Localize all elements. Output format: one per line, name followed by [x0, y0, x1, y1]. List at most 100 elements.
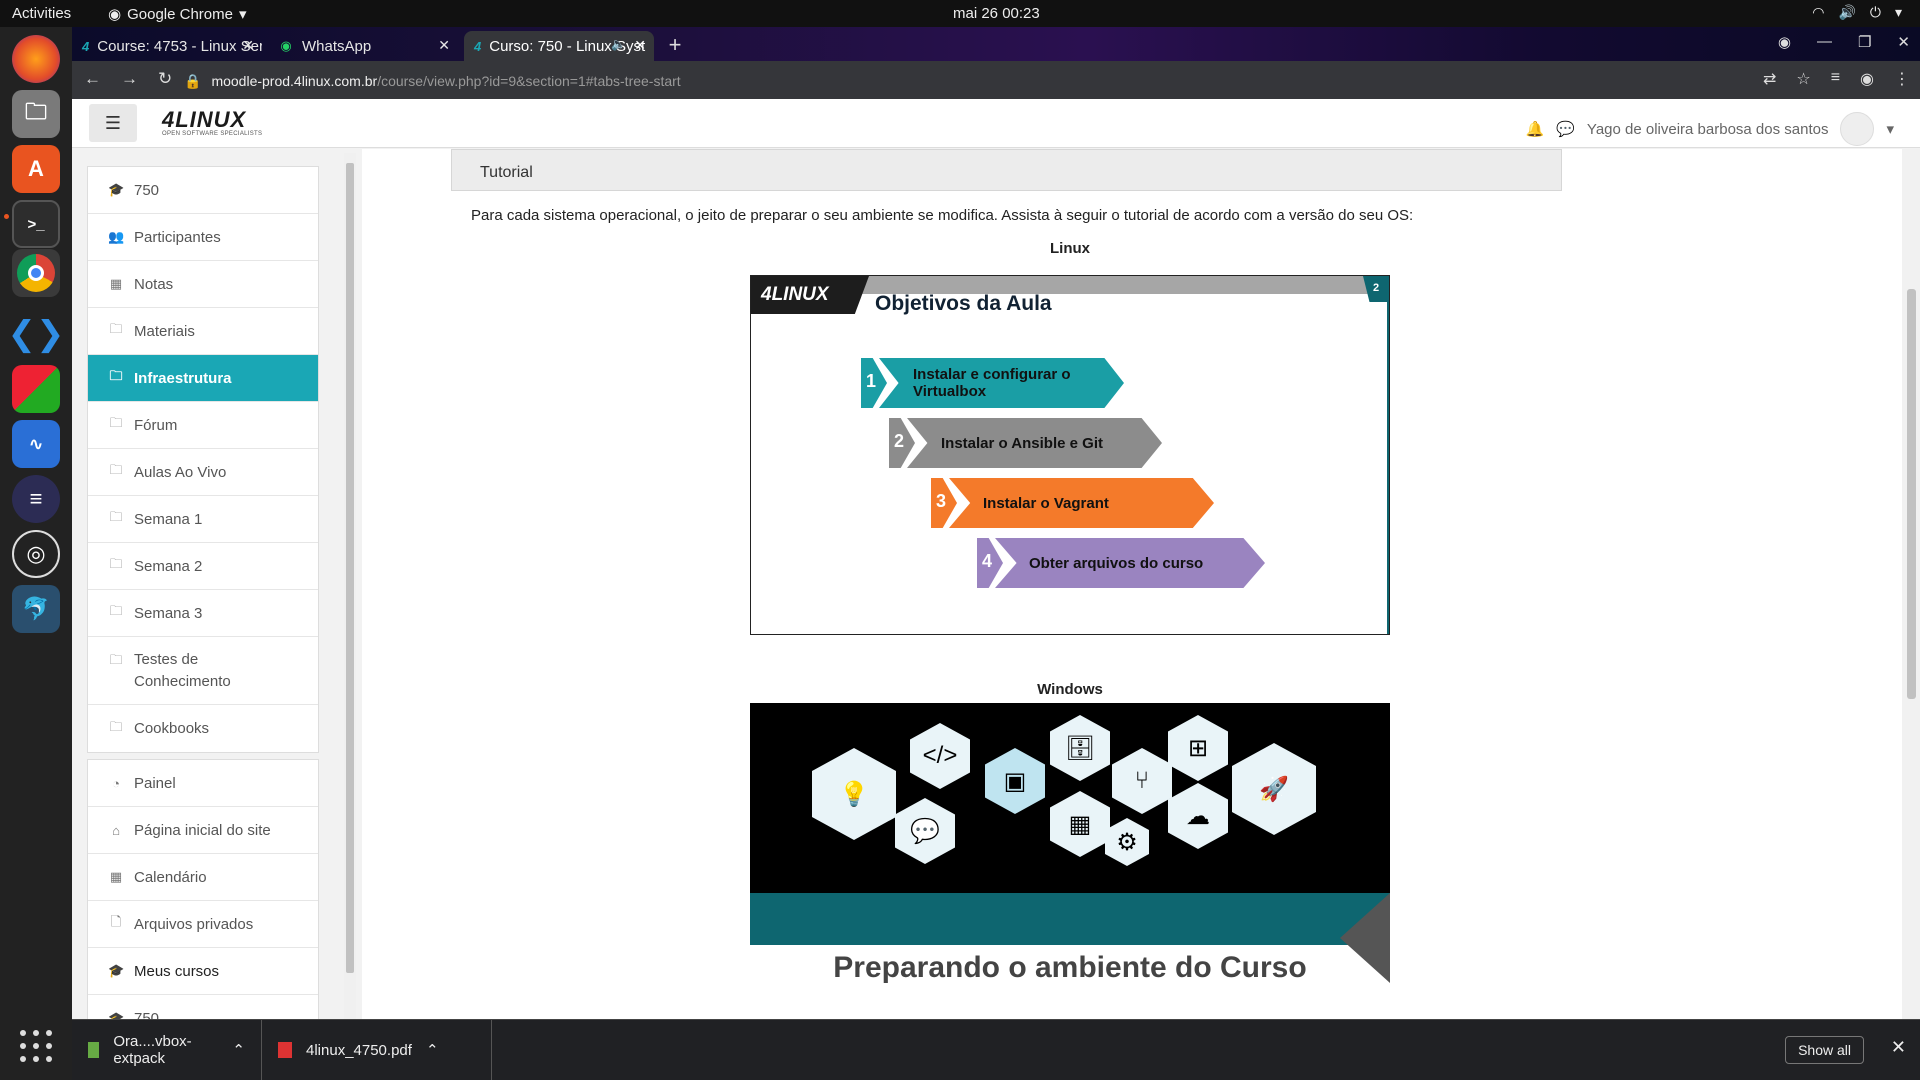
- step-text: Instalar o Vagrant: [983, 494, 1109, 512]
- show-apps-icon[interactable]: [20, 1030, 52, 1062]
- download-item[interactable]: 4linux_4750.pdf ⌃: [262, 1020, 492, 1080]
- windows-heading: Windows: [1037, 681, 1103, 698]
- sidebar-item-label: Semana 3: [134, 604, 203, 622]
- bookmark-star-icon[interactable]: ☆: [1796, 69, 1810, 89]
- obs-icon[interactable]: ◎: [12, 530, 60, 578]
- sidebar-item-750[interactable]: 🎓 750: [88, 167, 318, 214]
- firefox-icon[interactable]: [12, 35, 60, 83]
- linux-video-thumbnail[interactable]: 4LINUX Objetivos da Aula 2 Instalar e co…: [750, 275, 1390, 635]
- tab-whatsapp[interactable]: ◉ WhatsApp ✕: [268, 31, 458, 61]
- url-host: moodle-prod.4linux.com.br: [211, 73, 378, 89]
- close-icon[interactable]: ✕: [438, 37, 450, 54]
- download-item[interactable]: Ora....vbox-extpack ⌃: [72, 1020, 262, 1080]
- maximize-icon[interactable]: ❐: [1858, 33, 1871, 51]
- sidebar-item-fórum[interactable]: 🗀 Fórum: [88, 402, 318, 449]
- folder-icon: 🗀: [109, 462, 123, 477]
- audio-playing-icon[interactable]: 🔈: [611, 37, 626, 51]
- avatar[interactable]: [1840, 112, 1875, 146]
- sidebar-item-semana-3[interactable]: 🗀 Semana 3: [88, 590, 318, 637]
- window-controls: ◉ — ❐ ✕: [1778, 33, 1910, 51]
- user-name[interactable]: Yago de oliveira barbosa dos santos: [1587, 121, 1829, 138]
- close-icon[interactable]: ✕: [634, 37, 646, 54]
- logo-tagline: OPEN SOFTWARE SPECIALISTS: [162, 131, 263, 137]
- caret-down-icon[interactable]: ▾: [1886, 120, 1894, 138]
- sidebar-item-página-inicial-do-site[interactable]: ⌂ Página inicial do site: [88, 807, 318, 854]
- sidebar-item-painel[interactable]: ◔ Painel: [88, 760, 318, 807]
- tab-title: WhatsApp: [302, 37, 372, 55]
- sidebar-item-testes-de-conhecimento[interactable]: 🗀 Testes de Conhecimento: [88, 637, 318, 705]
- tab-course-4753[interactable]: 4 Course: 4753 - Linux Serve ✕: [72, 31, 262, 61]
- eclipse-icon[interactable]: ≡: [12, 475, 60, 523]
- close-shelf-icon[interactable]: ✕: [1891, 1037, 1906, 1058]
- sidebar-item-notas[interactable]: ▦ Notas: [88, 261, 318, 308]
- kebab-menu-icon[interactable]: ⋮: [1894, 69, 1910, 89]
- minimize-icon[interactable]: —: [1817, 33, 1832, 51]
- sidebar-item-participantes[interactable]: 👥 Participantes: [88, 214, 318, 261]
- sidebar-item-meus-cursos[interactable]: 🎓 Meus cursos: [88, 948, 318, 995]
- sidebar-item-arquivos-privados[interactable]: 🗋 Arquivos privados: [88, 901, 318, 948]
- users-icon: 👥: [108, 229, 125, 244]
- sidebar-item-aulas-ao-vivo[interactable]: 🗀 Aulas Ao Vivo: [88, 449, 318, 496]
- activities-button[interactable]: Activities: [12, 5, 71, 22]
- sidebar-item-cookbooks[interactable]: 🗀 Cookbooks: [88, 705, 318, 752]
- page-scrollbar[interactable]: [1902, 149, 1920, 1019]
- sidebar-item-label: Testes de Conhecimento: [134, 651, 231, 690]
- pdf-file-icon: [278, 1042, 292, 1058]
- sidebar-item-label: Notas: [134, 275, 174, 293]
- profile-dropdown-icon[interactable]: ◉: [1778, 33, 1791, 51]
- folder-icon: 🗀: [109, 368, 123, 383]
- section-description: Para cada sistema operacional, o jeito d…: [471, 207, 1414, 224]
- profile-avatar-icon[interactable]: ◉: [1860, 69, 1874, 89]
- flowchart-icon: ⊞: [1168, 715, 1228, 781]
- site-logo[interactable]: 4LINUX OPEN SOFTWARE SPECIALISTS: [162, 107, 262, 137]
- rocket-icon: 🚀: [1232, 743, 1316, 835]
- show-all-downloads-button[interactable]: Show all: [1785, 1036, 1864, 1064]
- calendar-icon: ▦: [1050, 791, 1110, 857]
- windows-video-thumbnail[interactable]: 💡 </> 💬 ▣ 🗄 ▦ ⑂ ⊞ ☁ ⚙ 🚀 Preparando o amb…: [750, 703, 1390, 1019]
- chrome-dock-icon[interactable]: [12, 249, 60, 297]
- reload-icon[interactable]: ↻: [158, 69, 172, 89]
- folder-icon: 🗀: [109, 652, 123, 667]
- step-number: 4: [982, 551, 993, 571]
- sidebar-item-semana-2[interactable]: 🗀 Semana 2: [88, 543, 318, 590]
- files-icon[interactable]: 🗀: [12, 90, 60, 138]
- sidebar-item-750[interactable]: 🎓 750: [88, 995, 318, 1019]
- section-tab-tutorial[interactable]: Tutorial: [451, 149, 1562, 191]
- graduation-cap-icon: 🎓: [108, 963, 125, 978]
- sidebar-item-semana-1[interactable]: 🗀 Semana 1: [88, 496, 318, 543]
- translate-icon[interactable]: ⇄: [1763, 69, 1776, 89]
- chevron-up-icon[interactable]: ⌃: [426, 1041, 439, 1059]
- drawer-toggle-button[interactable]: ☰: [89, 104, 137, 142]
- new-tab-button[interactable]: +: [662, 33, 688, 59]
- back-arrow-icon[interactable]: ←: [84, 69, 101, 89]
- nav-buttons: ← → ↻: [84, 69, 172, 89]
- clock[interactable]: mai 26 00:23: [953, 5, 1040, 22]
- tab-curso-750[interactable]: 4 Curso: 750 - Linux Syst 🔈 ✕: [464, 31, 654, 61]
- software-center-icon[interactable]: A: [12, 145, 60, 193]
- drawer-scrollbar[interactable]: [344, 153, 356, 1019]
- monitor-icon[interactable]: ∿: [12, 420, 60, 468]
- chevron-up-icon[interactable]: ⌃: [232, 1041, 245, 1059]
- messages-chat-icon[interactable]: 💬: [1556, 120, 1575, 138]
- mysql-workbench-icon[interactable]: 🐬: [12, 585, 60, 633]
- app-menu-label: Google Chrome: [127, 5, 233, 23]
- terminal-icon[interactable]: >_: [12, 200, 60, 248]
- close-window-icon[interactable]: ✕: [1897, 33, 1910, 51]
- sidebar-item-infraestrutura[interactable]: 🗀 Infraestrutura: [88, 355, 318, 402]
- forward-arrow-icon[interactable]: →: [121, 69, 138, 89]
- calendar-icon: ▦: [109, 869, 123, 884]
- notifications-bell-icon[interactable]: 🔔: [1526, 120, 1545, 138]
- office-icon[interactable]: [12, 365, 60, 413]
- system-tray[interactable]: ◠ 🔊 ⏻ ▾: [1812, 4, 1902, 21]
- url-field[interactable]: 🔒 moodle-prod.4linux.com.br/course/view.…: [184, 69, 1804, 93]
- sidebar-item-label: Semana 2: [134, 557, 203, 575]
- vscode-icon[interactable]: ❮❯: [8, 310, 65, 358]
- app-menu[interactable]: ◉ Google Chrome ▾: [108, 5, 247, 24]
- media-control-icon[interactable]: ≡: [1831, 69, 1840, 89]
- user-menu[interactable]: 🔔 💬 Yago de oliveira barbosa dos santos …: [1526, 112, 1894, 146]
- sidebar-item-label: Fórum: [134, 416, 178, 434]
- sidebar-item-materiais[interactable]: 🗀 Materiais: [88, 308, 318, 355]
- sidebar-item-calendário[interactable]: ▦ Calendário: [88, 854, 318, 901]
- git-branch-icon: ⑂: [1112, 748, 1172, 814]
- close-icon[interactable]: ✕: [242, 37, 254, 54]
